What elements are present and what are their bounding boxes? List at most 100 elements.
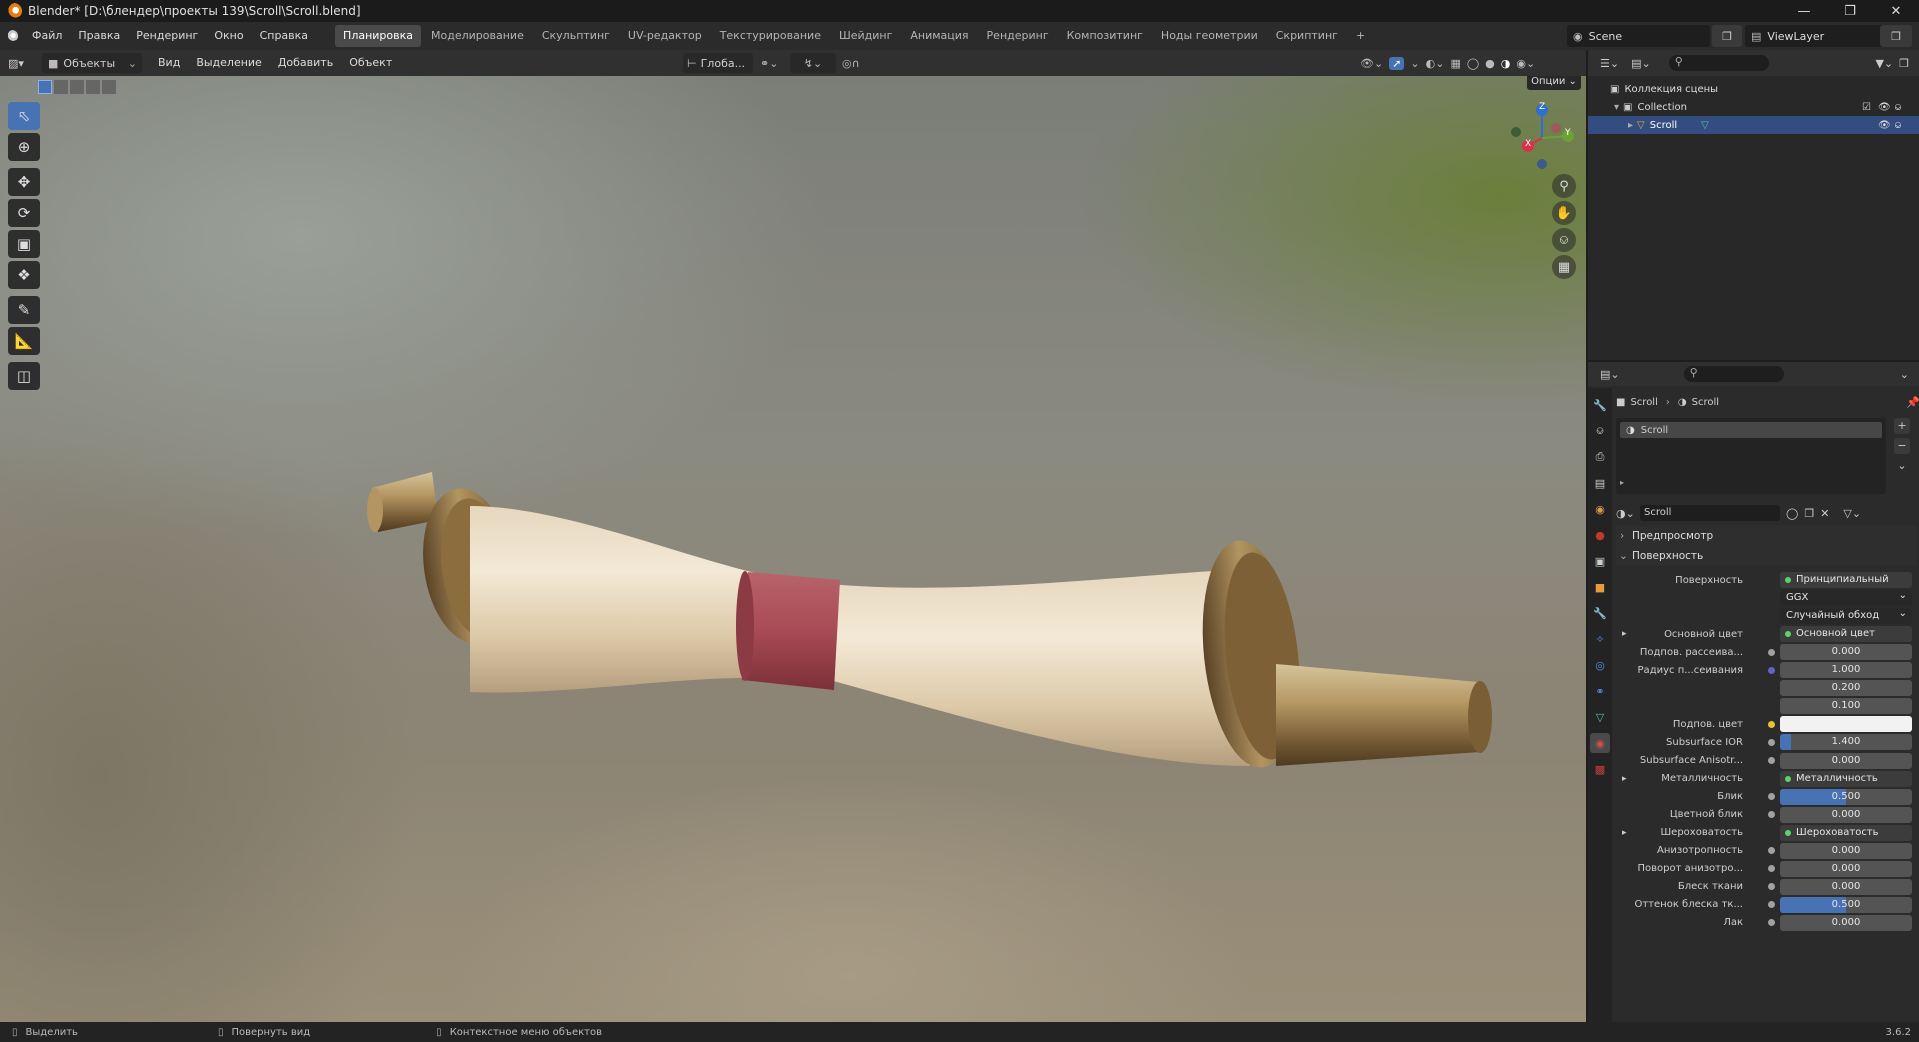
minimize-icon[interactable]: — [1781, 0, 1827, 22]
outliner-row-collection[interactable]: ▾ ▣ Collection ☑ 👁 ⎉ [1588, 98, 1919, 116]
filter-icon[interactable]: ▼⌄ [1875, 57, 1893, 70]
3d-viewport[interactable]: Опции ⌄ ⬁ ⊕ ✥ ⟳ ▣ ❖ ✎ 📐 ◫ Z Y X ⚲ ✋ ⎉ ▦ [0, 76, 1586, 1022]
numeric-field[interactable]: 0.100 [1780, 698, 1912, 715]
socket-icon[interactable] [1768, 666, 1775, 674]
viewport-menu-0[interactable]: Вид [150, 50, 188, 76]
particles-tab-icon[interactable]: ✧ [1590, 629, 1610, 649]
render-camera-icon[interactable]: ⎉ [1894, 102, 1902, 113]
outliner-editor-icon[interactable]: ☰⌄ [1600, 57, 1619, 70]
numeric-field[interactable]: 0.000 [1780, 914, 1912, 931]
eye-icon[interactable]: 👁 [1878, 120, 1891, 131]
rendered-shading-icon[interactable]: ◉⌄ [1516, 57, 1535, 70]
outliner-row-scene-collection[interactable]: ▣ Коллекция сцены [1588, 80, 1919, 98]
workspace-tab-0[interactable]: Планировка [335, 25, 422, 47]
pivot-icon[interactable]: ⚭⌄ [760, 53, 788, 73]
color-swatch[interactable] [1780, 716, 1912, 733]
menu-2[interactable]: Рендеринг [128, 22, 206, 50]
menu-0[interactable]: Файл [24, 22, 70, 50]
numeric-field[interactable]: 0.000 [1780, 842, 1912, 859]
workspace-tab-7[interactable]: Рендеринг [979, 25, 1057, 47]
display-mode-icon[interactable]: ▤⌄ [1631, 57, 1651, 70]
dropdown-field[interactable]: GGX ⌄ [1780, 590, 1912, 607]
socket-icon[interactable] [1768, 648, 1775, 656]
texture-tab-icon[interactable]: ▩ [1590, 759, 1610, 779]
constraints-tab-icon[interactable]: ⚭ [1590, 681, 1610, 701]
numeric-field[interactable]: 1.400 [1780, 734, 1912, 751]
gizmo-toggle-icon[interactable]: ➚ [1389, 56, 1405, 70]
viewport-menu-2[interactable]: Добавить [270, 50, 341, 76]
wireframe-shading-icon[interactable]: ◯ [1467, 57, 1479, 70]
viewport-menu-3[interactable]: Объект [341, 50, 400, 76]
dropdown-field[interactable]: Случайный обход ⌄ [1780, 608, 1912, 625]
scroll-object[interactable] [0, 76, 1586, 1022]
restore-icon[interactable]: ❐ [1827, 0, 1873, 22]
expand-icon[interactable]: ▾ [1614, 102, 1619, 113]
orientation-selector[interactable]: ⊢ Глоба... [683, 53, 753, 73]
socket-icon[interactable] [1768, 901, 1775, 909]
properties-search-input[interactable]: ⚲ [1683, 366, 1784, 382]
expand-right-icon[interactable]: ▸ [1622, 774, 1627, 784]
object-tab-icon[interactable]: ■ [1590, 577, 1610, 597]
snap-icon[interactable]: ↯⌄ [790, 53, 836, 73]
editor-type-icon[interactable]: ▨▾ [8, 53, 38, 73]
blender-menu-icon[interactable] [0, 22, 24, 50]
xray-icon[interactable]: ▦ [1450, 57, 1460, 70]
modifier-tab-icon[interactable]: 🔧 [1590, 603, 1610, 623]
mode-selector[interactable]: ■ Объекты ⌄ [42, 53, 142, 73]
visibility-icon[interactable]: 👁⌄ [1360, 57, 1383, 70]
overlay-icon[interactable]: ◐⌄ [1426, 57, 1445, 70]
workspace-tab-10[interactable]: Скриптинг [1268, 25, 1346, 47]
navigation-gizmo[interactable]: Z Y X [1502, 98, 1582, 178]
menu-1[interactable]: Правка [70, 22, 128, 50]
render-tab-icon[interactable]: ⎉ [1590, 421, 1610, 441]
workspace-tab-9[interactable]: Ноды геометрии [1153, 25, 1266, 47]
eye-icon[interactable]: 👁 [1878, 102, 1891, 113]
socket-icon[interactable] [1768, 919, 1775, 927]
new-view-layer-icon[interactable]: ❐ [1880, 25, 1912, 47]
workspace-tab-3[interactable]: UV-редактор [620, 25, 710, 47]
view-layer-selector[interactable]: ▤ ViewLayer [1745, 25, 1895, 47]
workspace-tab-2[interactable]: Скульптинг [534, 25, 618, 47]
workspace-tab-1[interactable]: Моделирование [423, 25, 532, 47]
close-icon[interactable]: ✕ [1873, 0, 1919, 22]
expand-right-icon[interactable]: ▸ [1622, 828, 1627, 838]
new-collection-icon[interactable]: ❐ [1899, 57, 1909, 70]
outliner-search-input[interactable]: ⚲ [1668, 55, 1769, 71]
numeric-field[interactable]: 0.500 [1780, 896, 1912, 913]
numeric-field[interactable]: 0.000 [1780, 860, 1912, 877]
socket-icon[interactable] [1768, 720, 1775, 728]
linked-node-field[interactable]: Основной цвет [1780, 626, 1912, 643]
linked-node-field[interactable]: Шероховатость [1780, 824, 1912, 841]
physics-tab-icon[interactable]: ◎ [1590, 655, 1610, 675]
menu-4[interactable]: Справка [252, 22, 316, 50]
world-tab-icon[interactable]: ● [1590, 525, 1610, 545]
numeric-field[interactable]: 0.000 [1780, 752, 1912, 769]
camera-view-icon[interactable]: ⎉ [1552, 228, 1576, 252]
expand-right-icon[interactable]: ▸ [1628, 120, 1633, 131]
data-tab-icon[interactable]: ▽ [1590, 707, 1610, 727]
socket-icon[interactable] [1768, 883, 1775, 891]
material-shading-icon[interactable]: ◑ [1501, 57, 1511, 70]
numeric-field[interactable]: 1.000 [1780, 662, 1912, 679]
workspace-tab-8[interactable]: Композитинг [1059, 25, 1151, 47]
socket-icon[interactable] [1768, 793, 1775, 801]
new-scene-icon[interactable]: ❐ [1712, 25, 1742, 47]
properties-editor-icon[interactable]: ▤⌄ [1600, 368, 1620, 381]
workspace-tab-11[interactable]: + [1348, 25, 1373, 47]
linked-node-field[interactable]: Металличность [1780, 770, 1912, 787]
perspective-grid-icon[interactable]: ▦ [1552, 255, 1576, 279]
numeric-field[interactable]: 0.500 [1780, 788, 1912, 805]
workspace-tab-6[interactable]: Анимация [902, 25, 976, 47]
numeric-field[interactable]: 0.000 [1780, 806, 1912, 823]
pan-hand-icon[interactable]: ✋ [1552, 201, 1576, 225]
expand-right-icon[interactable]: ▸ [1622, 629, 1627, 639]
viewport-menu-1[interactable]: Выделение [188, 50, 270, 76]
proportional-edit-icon[interactable]: ◎∩ [842, 53, 882, 73]
view-layer-tab-icon[interactable]: ▤ [1590, 473, 1610, 493]
socket-icon[interactable] [1768, 738, 1775, 746]
tool-tab-icon[interactable]: 🔧 [1590, 395, 1610, 415]
solid-shading-icon[interactable]: ● [1485, 57, 1495, 70]
socket-icon[interactable] [1768, 865, 1775, 873]
chevron-down-icon[interactable]: ⌄ [1900, 368, 1909, 381]
linked-node-field[interactable]: Принципиальный BSDF [1780, 572, 1912, 588]
